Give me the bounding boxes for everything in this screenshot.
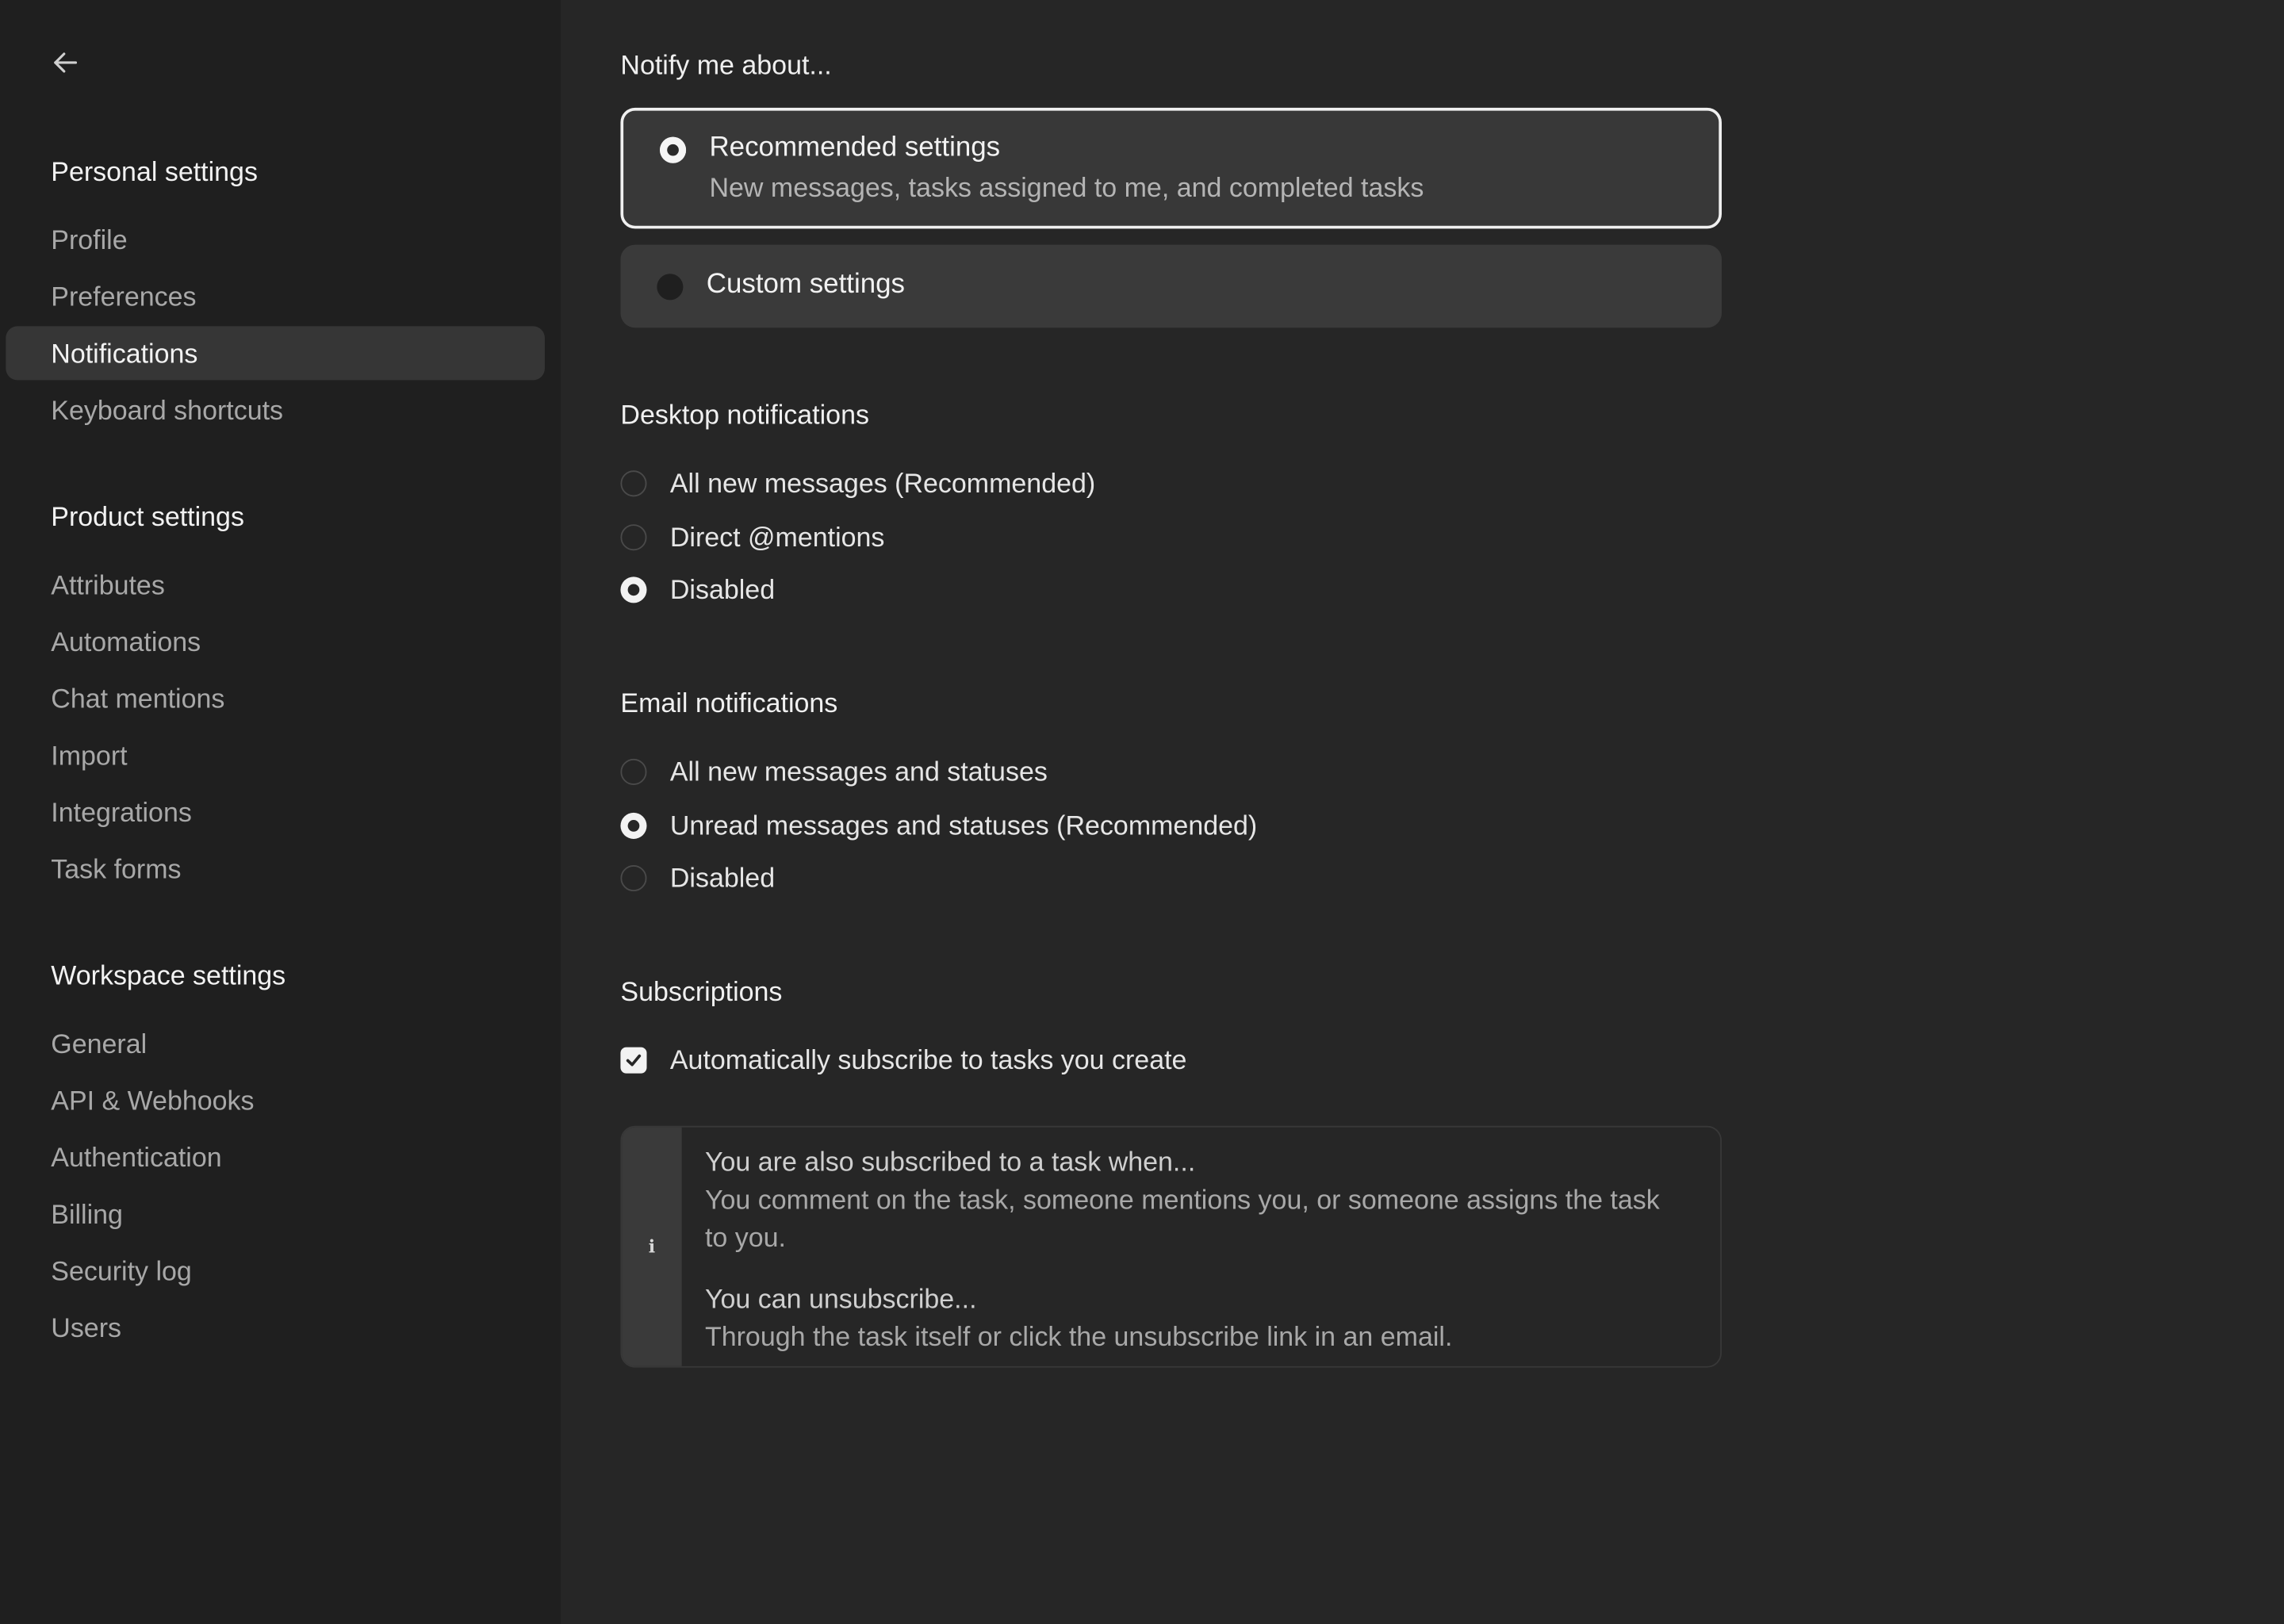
sidebar-item-api-webhooks[interactable]: API & Webhooks [6,1074,545,1128]
email-option-disabled[interactable]: Disabled [620,858,775,898]
sidebar-item-integrations[interactable]: Integrations [6,785,545,839]
email-option-unread[interactable]: Unread messages and statuses (Recommende… [620,806,1257,846]
email-option-all-new-label: All new messages and statuses [669,756,1048,787]
desktop-option-all-new-label: All new messages (Recommended) [669,467,1096,499]
email-option-all-new[interactable]: All new messages and statuses [620,752,1048,792]
email-option-all-new-radio[interactable] [620,758,647,785]
sidebar-item-attributes[interactable]: Attributes [6,557,545,611]
workspace-settings-section: Workspace settings General API & Webhook… [0,954,561,1358]
info-body: You are also subscribed to a task when..… [705,1143,1677,1356]
custom-settings-option[interactable]: Custom settings [620,244,1722,328]
sidebar-item-keyboard-shortcuts[interactable]: Keyboard shortcuts [6,383,545,437]
subscriptions-title: Subscriptions [620,975,783,1007]
desktop-option-all-new[interactable]: All new messages (Recommended) [620,463,1095,504]
desktop-option-direct-mentions-label: Direct @mentions [669,521,885,553]
arrow-left-icon [54,52,78,73]
email-option-unread-radio[interactable] [620,812,647,839]
sidebar-item-authentication[interactable]: Authentication [6,1130,545,1184]
check-icon [626,1054,642,1067]
desktop-option-direct-mentions-radio[interactable] [620,524,647,551]
info-icon: i [648,1236,656,1258]
sidebar-item-security-log[interactable]: Security log [6,1244,545,1298]
personal-settings-section: Personal settings Profile Preferences No… [0,150,561,440]
recommended-settings-title: Recommended settings [709,132,1001,163]
desktop-option-disabled-label: Disabled [669,573,776,605]
desktop-option-disabled-radio[interactable] [620,576,647,603]
desktop-notifications-title: Desktop notifications [620,399,869,430]
personal-settings-heading: Personal settings [51,155,258,187]
product-settings-section: Product settings Attributes Automations … [0,495,561,898]
workspace-settings-heading: Workspace settings [51,959,286,990]
desktop-option-disabled[interactable]: Disabled [620,569,775,610]
desktop-option-direct-mentions[interactable]: Direct @mentions [620,517,884,557]
notify-section-title: Notify me about... [620,49,832,81]
subscription-info-callout: i You are also subscribed to a task when… [620,1125,1722,1368]
auto-subscribe-label: Automatically subscribe to tasks you cre… [669,1044,1187,1075]
sidebar-item-billing[interactable]: Billing [6,1187,545,1241]
sidebar-item-users[interactable]: Users [6,1300,545,1354]
sidebar-item-preferences[interactable]: Preferences [6,270,545,324]
sidebar-item-task-forms[interactable]: Task forms [6,842,545,896]
custom-settings-radio[interactable] [657,274,684,301]
auto-subscribe-checkbox[interactable] [620,1047,647,1074]
email-option-disabled-label: Disabled [669,862,776,893]
info-strip: i [622,1127,682,1366]
sidebar-item-chat-mentions[interactable]: Chat mentions [6,672,545,726]
back-button[interactable] [44,40,87,84]
custom-settings-title: Custom settings [706,269,906,301]
settings-sidebar: Personal settings Profile Preferences No… [0,0,561,1624]
desktop-option-all-new-radio[interactable] [620,470,647,497]
sidebar-item-automations[interactable]: Automations [6,615,545,668]
info-heading-unsubscribe: You can unsubscribe... [704,1283,977,1314]
product-settings-heading: Product settings [51,500,244,532]
info-heading-subscribed: You are also subscribed to a task when..… [704,1146,1196,1178]
sidebar-item-notifications[interactable]: Notifications [6,326,545,381]
sidebar-item-general[interactable]: General [6,1017,545,1071]
recommended-settings-radio[interactable] [660,136,687,163]
email-option-disabled-radio[interactable] [620,864,647,892]
email-option-unread-label: Unread messages and statuses (Recommende… [669,810,1258,841]
sidebar-item-profile[interactable]: Profile [6,213,545,266]
email-notifications-title: Email notifications [620,687,838,718]
recommended-settings-option[interactable]: Recommended settings New messages, tasks… [620,107,1722,229]
info-text-subscribed: You comment on the task, someone mention… [704,1184,1660,1253]
info-text-unsubscribe: Through the task itself or click the uns… [704,1320,1453,1352]
auto-subscribe-option[interactable]: Automatically subscribe to tasks you cre… [620,1040,1186,1080]
notifications-settings-panel: Notify me about... Recommended settings … [561,0,2284,1624]
sidebar-item-import[interactable]: Import [6,728,545,782]
recommended-settings-subtitle: New messages, tasks assigned to me, and … [709,171,1424,203]
